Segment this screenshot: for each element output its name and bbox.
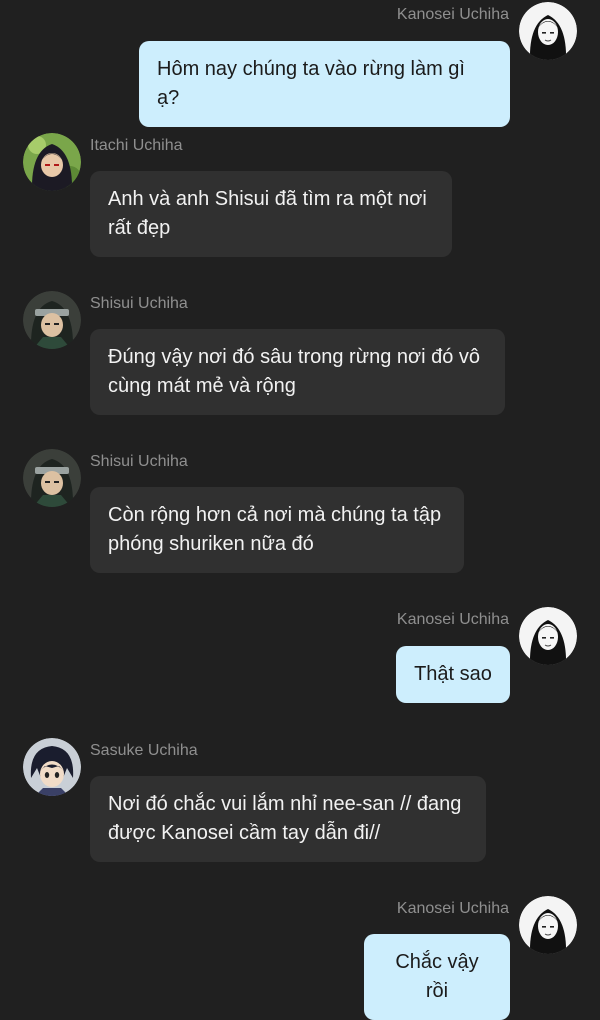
sender-name: Kanosei Uchiha [396, 6, 509, 23]
chat-thread: Kanosei Uchiha Hôm nay chúng ta vào rừng… [0, 0, 600, 1020]
girl-avatar-icon[interactable] [519, 896, 577, 954]
message-bubble[interactable]: Nơi đó chắc vui lắm nhỉ nee-san // đang … [90, 776, 486, 862]
sender-name: Shisui Uchiha [90, 453, 188, 470]
message-bubble[interactable]: Còn rộng hơn cả nơi mà chúng ta tập phón… [90, 487, 464, 573]
message-bubble[interactable]: Hôm nay chúng ta vào rừng làm gì ạ? [139, 41, 510, 127]
sender-name: Kanosei Uchiha [396, 900, 509, 917]
shisui-avatar-icon[interactable] [23, 291, 81, 349]
message-bubble[interactable]: Đúng vậy nơi đó sâu trong rừng nơi đó vô… [90, 329, 505, 415]
girl-avatar-icon[interactable] [519, 2, 577, 60]
message-bubble[interactable]: Thật sao [396, 646, 510, 703]
message-bubble[interactable]: Chắc vậy rồi [364, 934, 510, 1020]
shisui-avatar-icon[interactable] [23, 449, 81, 507]
message-bubble[interactable]: Anh và anh Shisui đã tìm ra một nơi rất … [90, 171, 452, 257]
sender-name: Itachi Uchiha [90, 137, 183, 154]
sender-name: Kanosei Uchiha [396, 611, 509, 628]
sender-name: Sasuke Uchiha [90, 742, 198, 759]
sasuke-avatar-icon[interactable] [23, 738, 81, 796]
itachi-avatar-icon[interactable] [23, 133, 81, 191]
girl-avatar-icon[interactable] [519, 607, 577, 665]
sender-name: Shisui Uchiha [90, 295, 188, 312]
